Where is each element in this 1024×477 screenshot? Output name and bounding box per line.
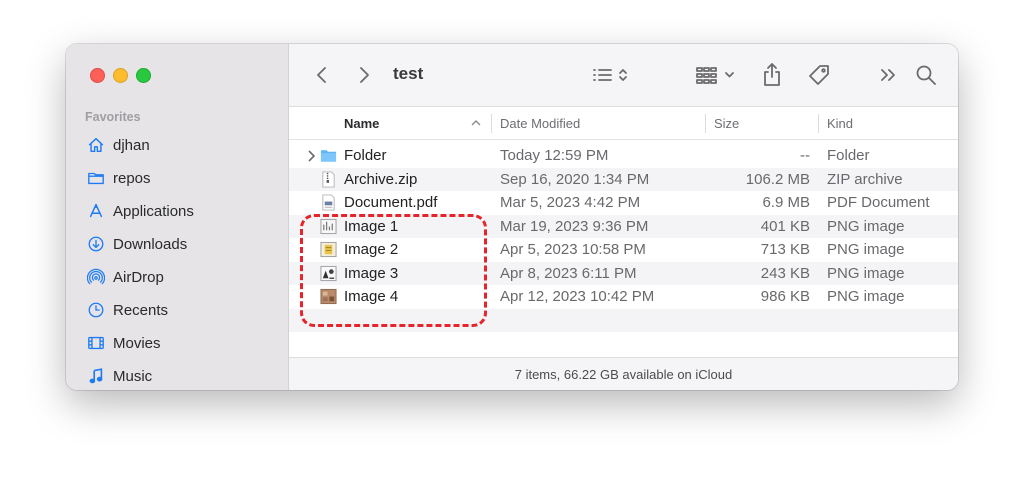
column-name-header[interactable]: Name — [344, 107, 379, 139]
file-name: Image 3 — [344, 264, 399, 282]
table-row[interactable]: Archive.zip Sep 16, 2020 1:34 PM 106.2 M… — [289, 167, 958, 191]
file-name: Image 4 — [344, 288, 399, 306]
status-text: 7 items, 66.22 GB available on iCloud — [514, 366, 733, 382]
file-name: Document.pdf — [344, 194, 438, 212]
file-kind: PNG image — [827, 264, 905, 282]
close-window-button[interactable] — [90, 68, 105, 83]
group-icon[interactable] — [693, 62, 743, 88]
disclosure-chevron-icon[interactable] — [306, 149, 316, 163]
image-thumbnail-icon — [320, 241, 337, 258]
file-kind: Folder — [827, 147, 870, 165]
file-kind: PDF Document — [827, 194, 930, 212]
file-size: -- — [800, 147, 810, 165]
file-name: Folder — [344, 147, 387, 165]
sort-ascending-icon[interactable] — [470, 107, 482, 139]
sidebar: Favorites djhan repos Applications Downl… — [66, 44, 289, 390]
folder-icon — [86, 168, 106, 188]
column-size-header[interactable]: Size — [714, 107, 739, 139]
pdf-file-icon — [322, 194, 335, 211]
back-icon[interactable] — [310, 62, 334, 88]
downloads-icon — [86, 234, 106, 254]
sidebar-item-recents[interactable]: Recents — [86, 298, 168, 322]
file-name: Image 2 — [344, 241, 399, 259]
table-row[interactable]: Image 4 Apr 12, 2023 10:42 PM 986 KB PNG… — [289, 285, 958, 309]
file-kind: PNG image — [827, 241, 905, 259]
sidebar-heading-favorites: Favorites — [85, 110, 141, 124]
file-kind: ZIP archive — [827, 170, 903, 188]
file-size: 106.2 MB — [745, 170, 810, 188]
zip-file-icon — [322, 170, 335, 188]
file-date: Today 12:59 PM — [500, 147, 609, 165]
table-row[interactable]: Image 3 Apr 8, 2023 6:11 PM 243 KB PNG i… — [289, 261, 958, 285]
table-row[interactable]: Folder Today 12:59 PM -- Folder — [289, 144, 958, 168]
file-size: 986 KB — [760, 288, 810, 306]
tag-icon[interactable] — [805, 62, 833, 88]
sidebar-item-label: djhan — [113, 136, 150, 154]
file-date: Sep 16, 2020 1:34 PM — [500, 170, 650, 188]
column-date-header[interactable]: Date Modified — [500, 107, 580, 139]
file-kind: PNG image — [827, 217, 905, 235]
file-size: 401 KB — [760, 217, 810, 235]
minimize-window-button[interactable] — [113, 68, 128, 83]
file-kind: PNG image — [827, 288, 905, 306]
list-view-icon[interactable] — [589, 62, 637, 88]
more-icon[interactable] — [877, 62, 901, 88]
file-name: Archive.zip — [344, 170, 418, 188]
sidebar-item-label: Downloads — [113, 235, 188, 253]
search-icon[interactable] — [913, 61, 939, 89]
sidebar-item-movies[interactable]: Movies — [86, 331, 161, 355]
recents-icon — [86, 300, 106, 320]
image-thumbnail-icon — [320, 288, 337, 305]
file-date: Mar 5, 2023 4:42 PM — [500, 194, 641, 212]
airdrop-icon — [86, 267, 106, 287]
folder-icon — [320, 150, 337, 162]
file-size: 243 KB — [760, 264, 810, 282]
empty-row — [289, 308, 958, 332]
empty-row — [289, 332, 958, 354]
file-size: 713 KB — [760, 241, 810, 259]
table-row[interactable]: Image 1 Mar 19, 2023 9:36 PM 401 KB PNG … — [289, 214, 958, 238]
image-thumbnail-icon — [320, 218, 337, 234]
sidebar-item-applications[interactable]: Applications — [86, 199, 194, 223]
file-name: Image 1 — [344, 217, 399, 235]
main-pane: test Name Date Modified Size Kind Folder… — [289, 44, 958, 390]
table-row[interactable]: Image 2 Apr 5, 2023 10:58 PM 713 KB PNG … — [289, 238, 958, 262]
file-date: Apr 8, 2023 6:11 PM — [500, 264, 637, 282]
file-date: Apr 5, 2023 10:58 PM — [500, 241, 646, 259]
sidebar-item-airdrop[interactable]: AirDrop — [86, 265, 164, 289]
sidebar-item-label: AirDrop — [113, 268, 164, 286]
status-bar: 7 items, 66.22 GB available on iCloud — [289, 357, 958, 390]
forward-icon[interactable] — [352, 62, 376, 88]
home-icon — [86, 135, 106, 155]
window-title: test — [393, 64, 424, 83]
sidebar-item-label: Music — [113, 367, 153, 385]
movies-icon — [86, 333, 106, 353]
finder-window: Favorites djhan repos Applications Downl… — [66, 44, 958, 390]
sidebar-item-music[interactable]: Music — [86, 364, 152, 388]
file-size: 6.9 MB — [762, 194, 810, 212]
toolbar: test — [289, 44, 958, 107]
sidebar-item-label: Movies — [113, 334, 161, 352]
sidebar-item-downloads[interactable]: Downloads — [86, 232, 187, 256]
file-date: Mar 19, 2023 9:36 PM — [500, 217, 649, 235]
file-date: Apr 12, 2023 10:42 PM — [500, 288, 655, 306]
applications-icon — [86, 201, 106, 221]
table-row[interactable]: Document.pdf Mar 5, 2023 4:42 PM 6.9 MB … — [289, 191, 958, 215]
music-icon — [86, 366, 106, 386]
sidebar-item-djhan[interactable]: djhan — [86, 133, 150, 157]
column-separator[interactable] — [705, 114, 706, 133]
sidebar-item-repos[interactable]: repos — [86, 166, 151, 190]
image-thumbnail-icon — [320, 265, 337, 281]
sidebar-item-label: repos — [113, 169, 151, 187]
sidebar-item-label: Recents — [113, 301, 169, 319]
column-kind-header[interactable]: Kind — [827, 107, 853, 139]
sidebar-item-label: Applications — [113, 202, 194, 220]
column-separator[interactable] — [491, 114, 492, 133]
zoom-window-button[interactable] — [136, 68, 151, 83]
column-separator[interactable] — [818, 114, 819, 133]
column-header: Name Date Modified Size Kind — [289, 107, 958, 140]
share-icon[interactable] — [759, 60, 785, 90]
